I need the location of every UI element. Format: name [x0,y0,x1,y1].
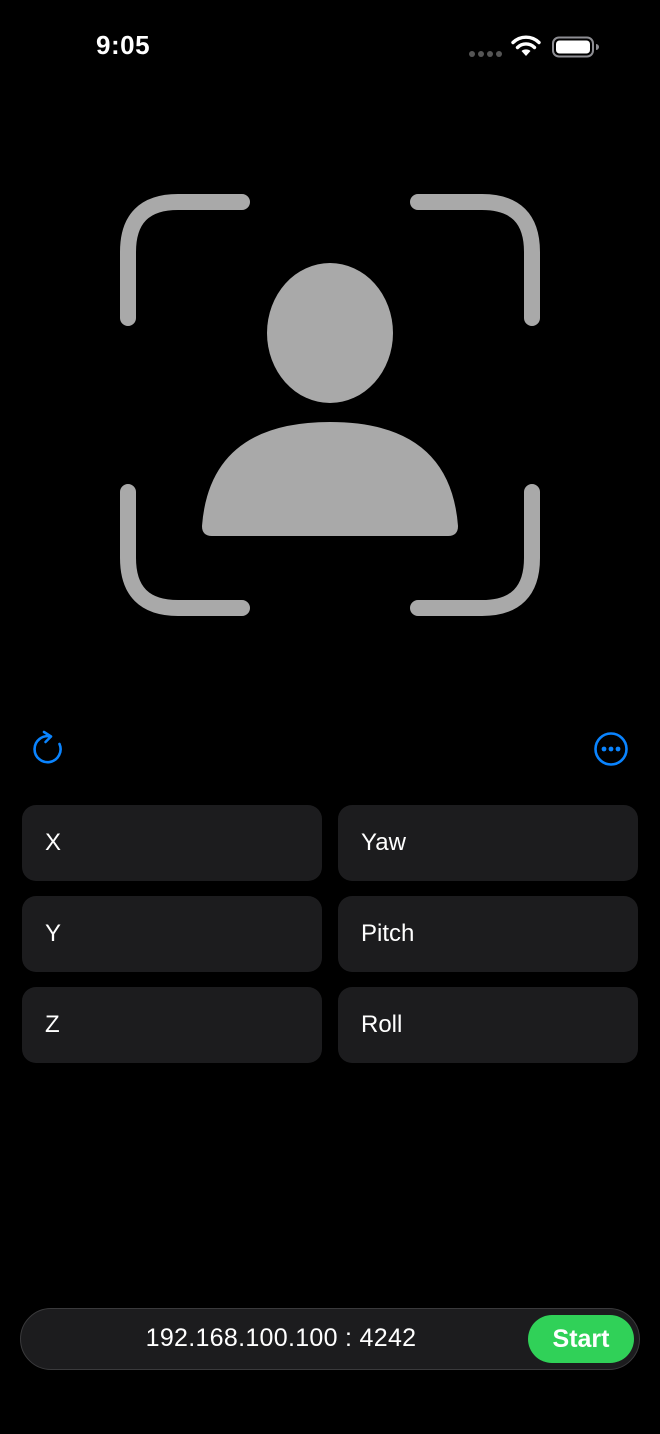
cell-label: Z [45,1011,60,1038]
cell-label: Roll [361,1011,403,1038]
status-time: 9:05 [96,30,151,60]
cell-label: Y [45,920,62,947]
x-value-cell: X [22,805,322,881]
start-button[interactable]: Start [528,1315,634,1363]
pitch-value-cell: Pitch [338,896,638,972]
cell-label: X [45,829,62,856]
yaw-value-cell: Yaw [338,805,638,881]
refresh-button[interactable] [27,729,67,769]
cell-label: Pitch [361,920,415,947]
battery-icon [552,36,599,58]
refresh-icon [33,730,62,764]
connection-bar: 192.168.100.100 : 4242 Start [20,1308,640,1370]
cell-label: Yaw [361,829,406,856]
pose-value-grid: X Yaw Y Pitch Z Roll [22,805,638,1063]
wifi-icon [511,35,541,56]
more-options-button[interactable] [591,729,631,769]
cellular-signal-icon [469,51,502,57]
roll-value-cell: Roll [338,987,638,1063]
y-value-cell: Y [22,896,322,972]
address-field[interactable]: 192.168.100.100 : 4242 [21,1309,541,1368]
z-value-cell: Z [22,987,322,1063]
more-options-icon [594,732,628,766]
status-bar: 9:05 [0,0,660,96]
face-tracking-icon [120,194,540,616]
